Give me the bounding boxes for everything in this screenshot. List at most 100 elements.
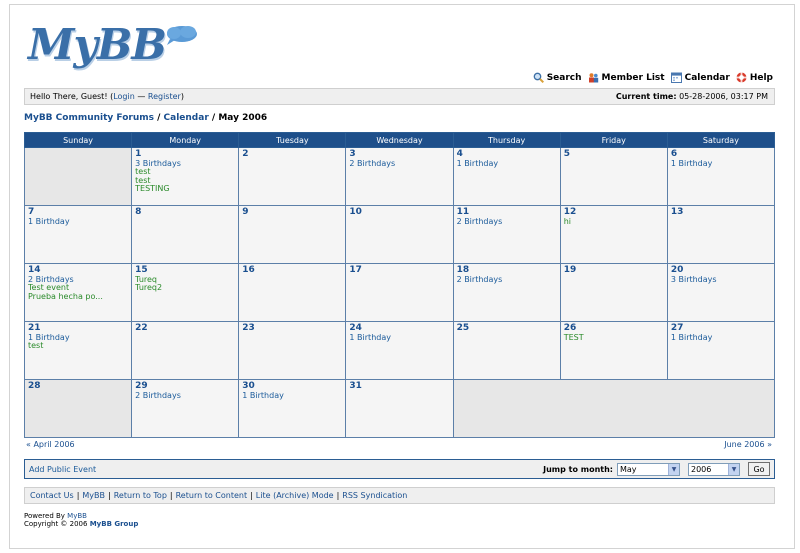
event-link[interactable]: TEST <box>564 333 664 343</box>
calendar-day-cell[interactable]: 2 <box>238 147 347 206</box>
calendar-day-cell[interactable]: 19 <box>559 263 668 322</box>
calendar-day-cell[interactable]: 61 Birthday <box>666 147 776 206</box>
day-number[interactable]: 30 <box>242 382 342 391</box>
event-link[interactable]: Prueba hecha po... <box>28 292 128 302</box>
day-number[interactable]: 14 <box>28 266 128 275</box>
day-number[interactable]: 21 <box>28 324 128 333</box>
day-number[interactable]: 23 <box>242 324 342 333</box>
birthday-link[interactable]: 2 Birthdays <box>135 391 235 401</box>
event-link[interactable]: hi <box>564 217 664 227</box>
mybb-link[interactable]: MyBB <box>82 491 105 500</box>
birthday-link[interactable]: 1 Birthday <box>457 159 557 169</box>
day-number[interactable]: 17 <box>349 266 449 275</box>
event-link[interactable]: TESTING <box>135 184 235 194</box>
year-select[interactable]: 2006 ▼ <box>688 462 740 476</box>
calendar-day-cell[interactable]: 15 Tureq Tureq2 <box>131 263 240 322</box>
birthday-link[interactable]: 1 Birthday <box>349 333 449 343</box>
calendar-day-cell[interactable]: 9 <box>238 205 347 264</box>
day-number[interactable]: 28 <box>28 382 128 391</box>
calendar-day-cell[interactable]: 8 <box>131 205 240 264</box>
birthday-link[interactable]: 1 Birthday <box>671 333 771 343</box>
calendar-day-cell[interactable]: 16 <box>238 263 347 322</box>
calendar-day-cell[interactable]: 22 <box>131 321 240 380</box>
next-month-link[interactable]: June 2006 » <box>724 440 772 449</box>
calendar-day-cell[interactable]: 21 1 Birthday test <box>23 321 133 380</box>
search-link[interactable]: Search <box>533 72 582 83</box>
lite-mode-link[interactable]: Lite (Archive) Mode <box>256 491 334 500</box>
day-number[interactable]: 19 <box>564 266 664 275</box>
calendar-day-cell[interactable]: 13 Birthdays test test TESTING <box>131 147 240 206</box>
prev-month-link[interactable]: « April 2006 <box>26 440 75 449</box>
calendar-day-cell[interactable]: 14 2 Birthdays Test event Prueba hecha po..… <box>23 263 133 322</box>
day-number[interactable]: 2 <box>242 150 342 159</box>
birthday-link[interactable]: 1 Birthday <box>671 159 771 169</box>
calendar-day-cell[interactable]: 71 Birthday <box>23 205 133 264</box>
calendar-day-cell[interactable]: 30 1 Birthday <box>238 379 347 438</box>
birthday-link[interactable]: 2 Birthdays <box>457 217 557 227</box>
day-number[interactable]: 27 <box>671 324 771 333</box>
calendar-day-cell[interactable]: 10 <box>345 205 454 264</box>
calendar-day-cell[interactable]: 5 <box>559 147 668 206</box>
day-number[interactable]: 15 <box>135 266 235 275</box>
birthday-link[interactable]: 1 Birthday <box>242 391 342 401</box>
day-number[interactable]: 20 <box>671 266 771 275</box>
day-number[interactable]: 8 <box>135 208 235 217</box>
calendar-day-cell[interactable]: 26 TEST <box>559 321 668 380</box>
go-button[interactable]: Go <box>748 462 770 476</box>
add-public-event-link[interactable]: Add Public Event <box>29 465 96 474</box>
calendar-link[interactable]: Calendar <box>670 72 730 83</box>
mybb-logo[interactable]: MyBB <box>24 20 197 69</box>
day-number[interactable]: 18 <box>457 266 557 275</box>
calendar-day-cell[interactable]: 13 <box>666 205 776 264</box>
return-to-content-link[interactable]: Return to Content <box>176 491 247 500</box>
day-number[interactable]: 25 <box>457 324 557 333</box>
calendar-day-cell[interactable]: 41 Birthday <box>452 147 561 206</box>
day-number[interactable]: 11 <box>457 208 557 217</box>
birthday-link[interactable]: 3 Birthdays <box>671 275 771 285</box>
help-link[interactable]: Help <box>736 72 773 83</box>
register-link[interactable]: Register <box>148 92 181 101</box>
birthday-link[interactable]: 1 Birthday <box>28 333 128 343</box>
event-link[interactable]: Tureq2 <box>135 283 235 293</box>
day-number[interactable]: 24 <box>349 324 449 333</box>
day-number[interactable]: 26 <box>564 324 664 333</box>
day-number[interactable]: 29 <box>135 382 235 391</box>
day-number[interactable]: 1 <box>135 150 235 159</box>
birthday-link[interactable]: 1 Birthday <box>28 217 128 227</box>
powered-mybb-link[interactable]: MyBB <box>67 512 87 520</box>
day-number[interactable]: 7 <box>28 208 128 217</box>
contact-us-link[interactable]: Contact Us <box>30 491 74 500</box>
day-number[interactable]: 13 <box>671 208 771 217</box>
calendar-day-cell[interactable]: 25 <box>452 321 561 380</box>
day-number[interactable]: 12 <box>564 208 664 217</box>
day-number[interactable]: 5 <box>564 150 664 159</box>
calendar-day-cell[interactable]: 12 hi <box>559 205 668 264</box>
day-number[interactable]: 9 <box>242 208 342 217</box>
calendar-day-cell[interactable]: 24 1 Birthday <box>345 321 454 380</box>
birthday-link[interactable]: 2 Birthdays <box>457 275 557 285</box>
day-number[interactable]: 31 <box>349 382 449 391</box>
rss-syndication-link[interactable]: RSS Syndication <box>342 491 407 500</box>
month-select[interactable]: May ▼ <box>617 462 680 476</box>
calendar-day-cell[interactable]: 11 2 Birthdays <box>452 205 561 264</box>
member-list-link[interactable]: Member List <box>588 72 665 83</box>
return-to-top-link[interactable]: Return to Top <box>114 491 167 500</box>
breadcrumb-calendar[interactable]: Calendar <box>164 113 209 123</box>
day-number[interactable]: 16 <box>242 266 342 275</box>
calendar-day-cell[interactable]: 29 2 Birthdays <box>131 379 240 438</box>
day-number[interactable]: 3 <box>349 150 449 159</box>
calendar-day-cell[interactable]: 23 <box>238 321 347 380</box>
login-link[interactable]: Login <box>113 92 135 101</box>
day-number[interactable]: 6 <box>671 150 771 159</box>
calendar-day-cell[interactable]: 17 <box>345 263 454 322</box>
calendar-day-cell[interactable]: 31 <box>345 379 454 438</box>
calendar-day-cell[interactable]: 18 2 Birthdays <box>452 263 561 322</box>
event-link[interactable]: test <box>28 341 128 351</box>
day-number[interactable]: 4 <box>457 150 557 159</box>
day-number[interactable]: 22 <box>135 324 235 333</box>
calendar-day-cell[interactable]: 20 3 Birthdays <box>666 263 776 322</box>
mybb-group-link[interactable]: MyBB Group <box>90 520 139 528</box>
calendar-day-cell[interactable]: 32 Birthdays <box>345 147 454 206</box>
birthday-link[interactable]: 2 Birthdays <box>349 159 449 169</box>
calendar-day-cell[interactable]: 28 <box>23 379 133 438</box>
